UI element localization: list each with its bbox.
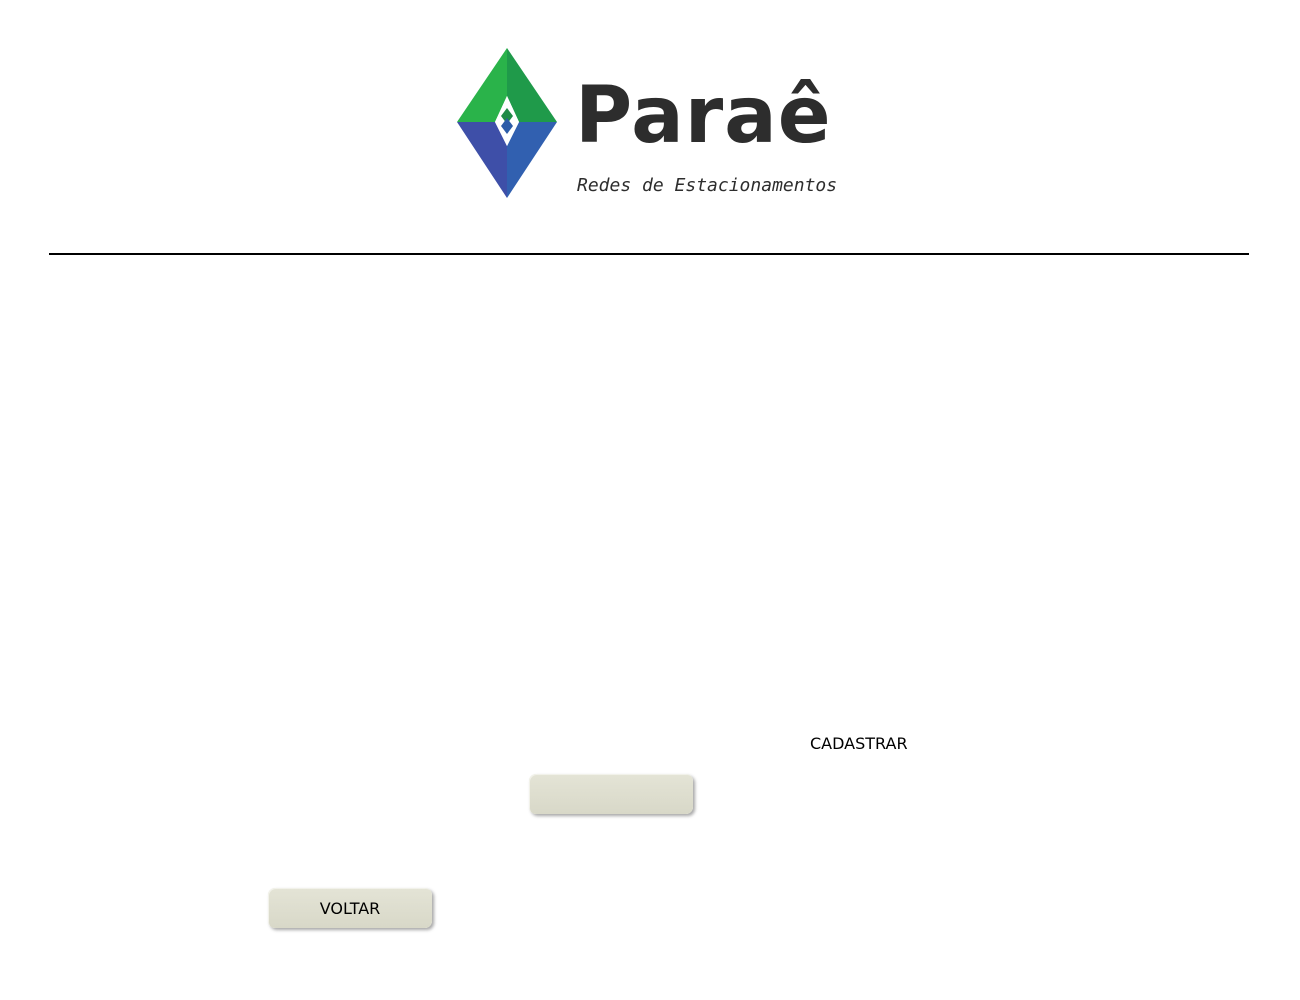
voltar-button[interactable]: VOLTAR <box>268 888 432 928</box>
diamond-logo-icon <box>457 48 557 198</box>
brand-name: Paraê <box>575 71 832 161</box>
blank-button[interactable] <box>529 774 693 814</box>
brand-tagline: Redes de Estacionamentos <box>577 175 838 196</box>
parae-logo: Paraê Redes de Estacionamentos <box>455 46 855 202</box>
page: Paraê Redes de Estacionamentos CADASTRAR… <box>0 0 1300 1000</box>
cadastrar-link[interactable]: CADASTRAR <box>810 734 908 754</box>
header-divider <box>49 253 1249 255</box>
